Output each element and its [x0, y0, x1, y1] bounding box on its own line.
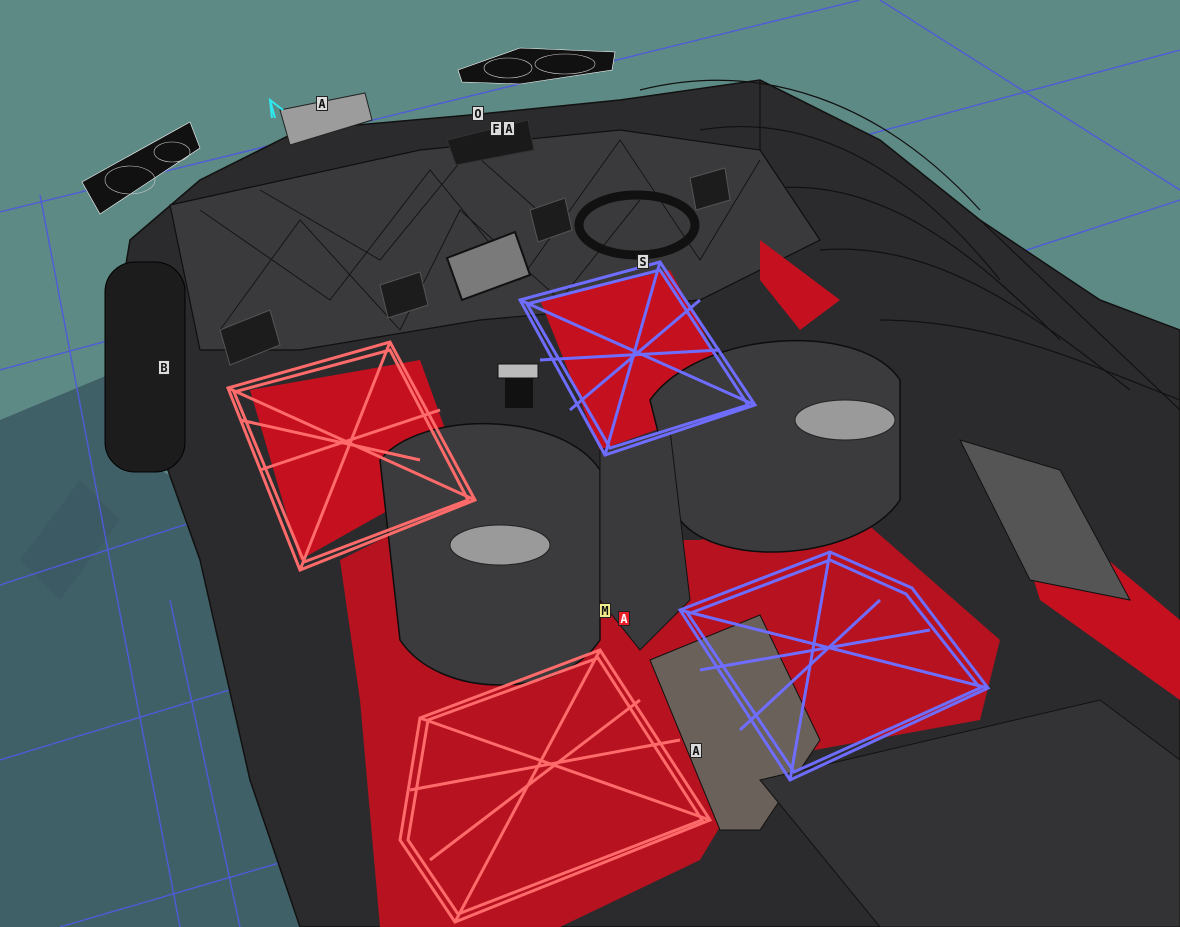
- 3d-viewport[interactable]: A O F A S B M A A: [0, 0, 1180, 927]
- marker-a-roof[interactable]: A: [316, 96, 328, 111]
- front-right-seat: [649, 339, 901, 553]
- marker-s-seat[interactable]: S: [637, 254, 649, 269]
- marker-a-rear[interactable]: A: [690, 743, 702, 758]
- front-right-headrest: [794, 399, 896, 441]
- marker-m-center[interactable]: M: [599, 603, 611, 618]
- marker-a-center[interactable]: A: [618, 611, 630, 626]
- shifter-label: [497, 363, 539, 379]
- marker-b-wheel[interactable]: B: [158, 360, 170, 375]
- front-left-headrest: [449, 524, 551, 566]
- marker-o[interactable]: O: [472, 106, 484, 121]
- marker-a-top[interactable]: A: [503, 121, 515, 136]
- vehicle-scene[interactable]: [0, 0, 1180, 927]
- front-left-wheel: [104, 261, 186, 473]
- marker-f[interactable]: F: [490, 121, 502, 136]
